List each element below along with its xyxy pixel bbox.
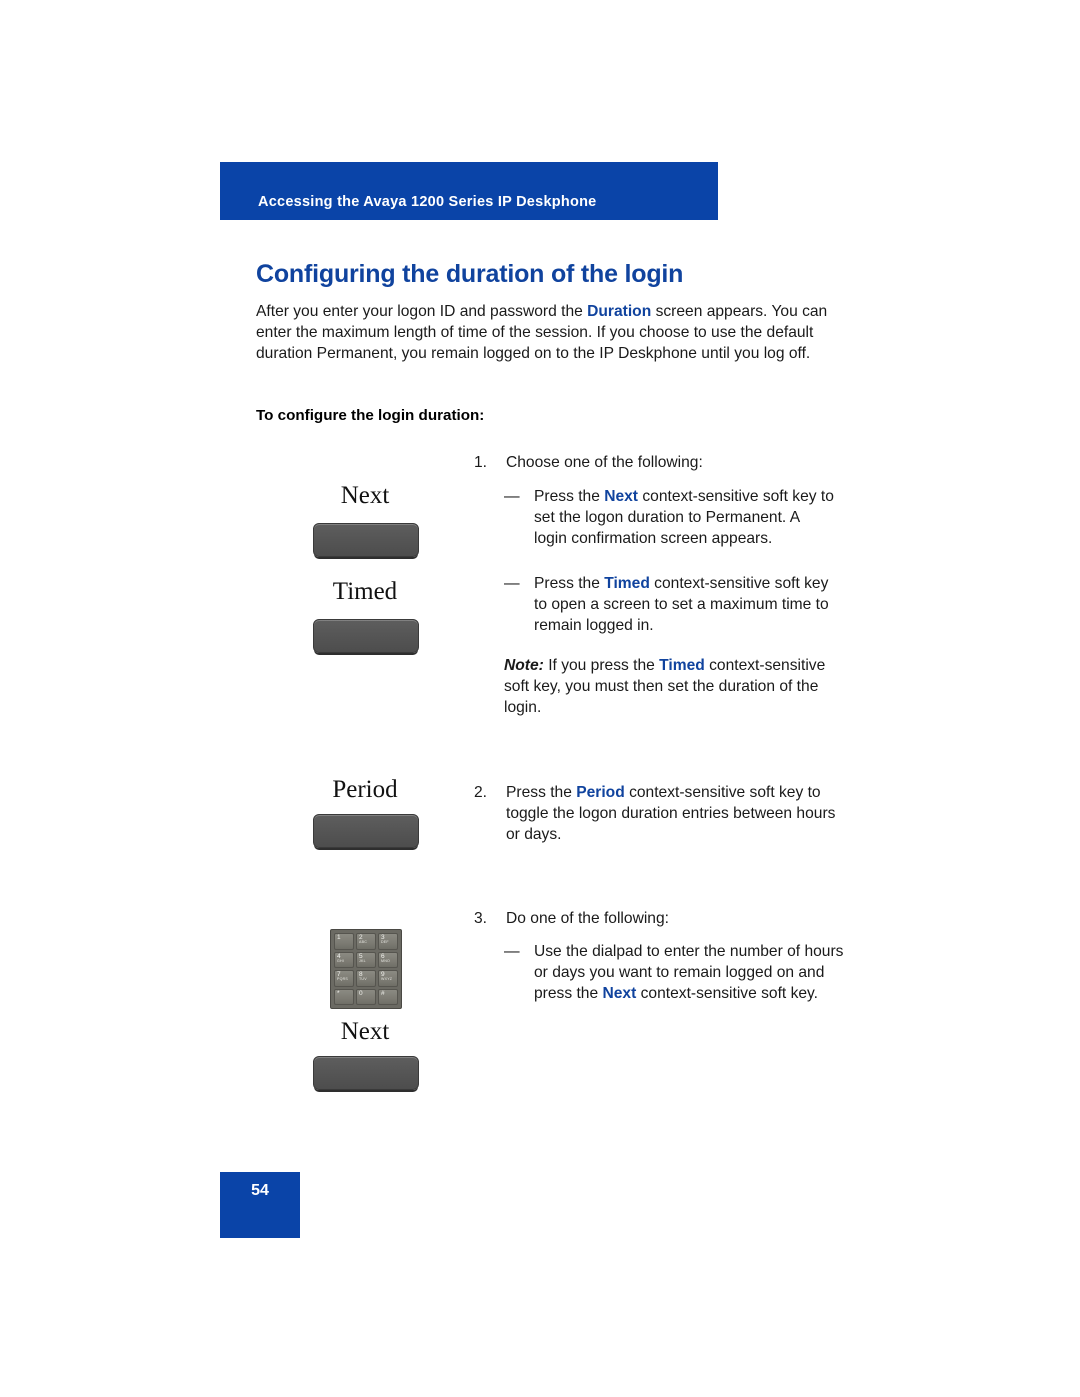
dialpad-key-5[interactable]: 5 JKL [356,951,376,968]
bullet-dialpad-text: Use the dialpad to enter the number of h… [534,941,844,1005]
note-block: Note: If you press the Timed context-sen… [504,655,844,719]
bullet-timed-part1: Press the [534,575,605,592]
bullet-dash: — [504,943,520,960]
dialpad-key-digit: 0 [359,989,363,997]
note-part1: If you press the [543,657,660,674]
bullet-timed-emph: Timed [604,575,650,592]
step-3: 3. Do one of the following: [474,908,836,929]
step-2-emph-period: Period [576,784,625,801]
dialpad-key-digit: # [381,989,385,997]
softkey-button-timed[interactable] [313,619,419,653]
bullet-next-text: Press the Next context-sensitive soft ke… [534,486,836,550]
dialpad-key-letters: JKL [359,958,366,963]
dialpad-key-2[interactable]: 2 ABC [356,933,376,950]
dialpad-key-0[interactable]: 0 [356,988,376,1005]
dialpad-key-letters: WXYZ [381,977,393,981]
bullet-next-emph: Next [604,488,639,505]
bullet-timed: — Press the Timed context-sensitive soft… [504,573,836,637]
procedure-subheading: To configure the login duration: [256,407,485,425]
softkey-label-timed: Timed [332,578,398,605]
dialpad-key-letters: ABC [359,940,367,944]
dialpad-key-4[interactable]: 4 GHI [334,951,354,968]
step-1-text: Choose one of the following: [506,454,703,471]
step-2-part1: Press the [506,784,577,801]
dialpad-key-6[interactable]: 6 MNO [378,951,398,968]
dialpad-key-3[interactable]: 3 DEF [378,933,398,950]
page-number-badge: 54 [220,1172,300,1238]
bullet-dash: — [504,488,520,505]
running-header-bar: Accessing the Avaya 1200 Series IP Deskp… [220,162,718,220]
step-3-text: Do one of the following: [506,910,669,927]
dialpad-key-letters: PQRS [337,977,348,981]
softkey-button-next-1[interactable] [313,523,419,557]
softkey-label-next-1: Next [340,482,390,509]
step-2: 2. Press the Period context-sensitive so… [474,782,836,846]
bullet-dialpad-part2: context-sensitive soft key. [636,985,819,1003]
step-2-text: Press the Period context-sensitive soft … [506,782,836,846]
note-label: Note: [504,657,544,674]
softkey-label-next-2: Next [340,1018,390,1045]
bullet-dialpad: — Use the dialpad to enter the number of… [504,941,844,1005]
step-2-number: 2. [474,784,488,801]
intro-emph-duration: Duration [587,302,652,320]
dialpad-key-9[interactable]: 9 WXYZ [378,970,398,987]
dialpad-key-8[interactable]: 8 TUV [356,970,376,987]
dialpad-key-star[interactable]: * [334,988,354,1005]
step-1-number: 1. [474,454,488,471]
dialpad-key-digit: 1 [337,934,341,941]
intro-paragraph: After you enter your logon ID and passwo… [256,301,834,365]
softkey-label-period: Period [332,776,398,803]
bullet-next-part1: Press the [534,488,605,505]
running-header-title: Accessing the Avaya 1200 Series IP Deskp… [258,194,597,210]
dialpad-key-letters: TUV [359,977,367,981]
page-number: 54 [251,1182,269,1199]
document-page: Accessing the Avaya 1200 Series IP Deskp… [0,0,1080,1397]
dialpad-keypad[interactable]: 1 2 ABC 3 DEF 4 GHI 5 JKL 6 MNO 7 PQRS 8 [330,929,402,1009]
dialpad-key-1[interactable]: 1 [334,933,354,950]
step-3-number: 3. [474,910,488,927]
dialpad-key-7[interactable]: 7 PQRS [334,970,354,987]
bullet-dash: — [504,575,520,592]
bullet-next: — Press the Next context-sensitive soft … [504,486,836,550]
dialpad-key-letters: GHI [337,958,344,963]
dialpad-key-digit: * [337,989,340,997]
bullet-dialpad-emph: Next [602,985,637,1003]
step-1: 1. Choose one of the following: [474,452,836,473]
bullet-timed-text: Press the Timed context-sensitive soft k… [534,573,836,637]
softkey-button-next-2[interactable] [313,1056,419,1090]
page-title: Configuring the duration of the login [256,259,684,288]
dialpad-key-letters: MNO [381,958,390,963]
dialpad-key-letters: DEF [381,940,389,944]
note-emph-timed: Timed [659,657,705,674]
dialpad-key-hash[interactable]: # [378,988,398,1005]
intro-text-part1: After you enter your logon ID and passwo… [256,302,588,320]
softkey-button-period[interactable] [313,814,419,848]
